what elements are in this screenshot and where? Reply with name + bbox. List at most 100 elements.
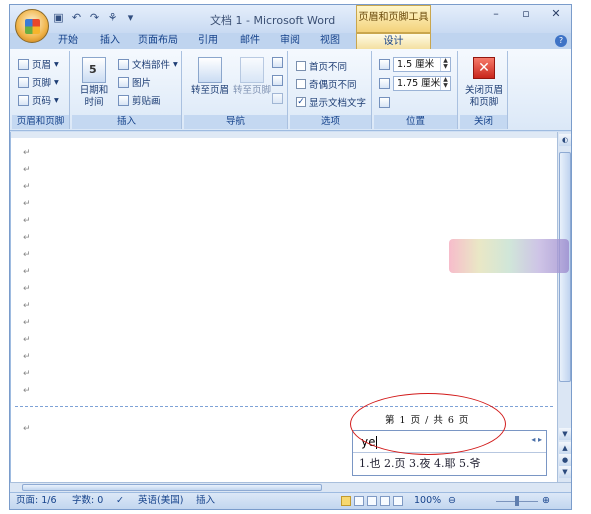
zoom-slider-thumb[interactable]: [515, 496, 519, 506]
tab-review[interactable]: 审阅: [276, 33, 304, 49]
goto-header-icon[interactable]: [198, 57, 222, 83]
tab-insert[interactable]: 插入: [96, 33, 124, 49]
footer-button[interactable]: 页脚 ▾: [18, 75, 59, 89]
paragraph-mark: ↵: [23, 233, 31, 243]
tab-page-layout[interactable]: 页面布局: [136, 33, 180, 49]
close-button[interactable]: ✕: [541, 5, 571, 25]
paragraph-mark: ↵: [23, 318, 31, 328]
group-insert: 5 日期和 时间 文档部件 ▾ 图片 剪贴画 插入: [72, 51, 182, 129]
picture-button[interactable]: 图片: [118, 75, 151, 89]
full-screen-reading-icon[interactable]: [354, 496, 364, 506]
insert-alignment-tab-icon[interactable]: [379, 97, 390, 108]
show-text-checkbox[interactable]: ✓: [296, 97, 306, 107]
tab-design[interactable]: 设计: [356, 33, 431, 49]
quick-access-toolbar: ▣ ↶ ↷ ⚘ ▾: [52, 11, 137, 24]
print-layout-view-icon[interactable]: [341, 496, 351, 506]
goto-footer-button[interactable]: 转至页脚: [228, 85, 276, 97]
picture-icon: [118, 76, 129, 88]
zoom-in-icon[interactable]: ⊕: [542, 493, 550, 509]
first-page-checkbox[interactable]: [296, 61, 306, 71]
maximize-button[interactable]: ▫: [511, 5, 541, 25]
ime-composition-input[interactable]: ye: [353, 431, 546, 453]
ruler-toggle-icon[interactable]: ◐: [559, 134, 571, 146]
calendar-icon[interactable]: 5: [82, 57, 106, 83]
goto-footer-icon[interactable]: [240, 57, 264, 83]
previous-page-icon[interactable]: ▲: [559, 442, 571, 454]
paragraph-mark: ↵: [23, 267, 31, 277]
close-header-footer-icon[interactable]: ✕: [473, 57, 495, 79]
goto-header-button[interactable]: 转至页眉: [186, 85, 234, 97]
footer-position-spinner[interactable]: 1.75 厘米 ▲ ▼: [393, 76, 451, 91]
status-bar: 页面: 1/6 字数: 0 ✓ 英语(美国) 插入 100% ⊖ ⊕: [10, 492, 571, 509]
zoom-out-icon[interactable]: ⊖: [448, 493, 456, 509]
draft-view-icon[interactable]: [393, 496, 403, 506]
office-button[interactable]: [15, 9, 49, 43]
close-header-footer-button[interactable]: 关闭页眉 和页脚: [460, 85, 508, 109]
header-position-spinner[interactable]: 1.5 厘米 ▲ ▼: [393, 57, 451, 72]
network-icon[interactable]: ⚘: [106, 11, 119, 24]
footer-page-text[interactable]: 第 1 页 / 共 6 页: [385, 412, 469, 426]
paragraph-mark: ↵: [23, 182, 31, 192]
paragraph-mark: ↵: [23, 216, 31, 226]
doc-parts-button[interactable]: 文档部件 ▾: [118, 57, 178, 71]
spinner-arrows-icon[interactable]: ▲ ▼: [440, 58, 450, 71]
status-insert-mode[interactable]: 插入: [196, 493, 215, 509]
save-icon[interactable]: ▣: [52, 11, 65, 24]
show-document-text-option[interactable]: ✓ 显示文档文字: [296, 95, 366, 109]
qat-customize-icon[interactable]: ▾: [124, 11, 137, 24]
tab-mailings[interactable]: 邮件: [236, 33, 264, 49]
browse-object-icon[interactable]: ●: [559, 454, 571, 466]
tab-home[interactable]: 开始: [54, 33, 82, 49]
document-area[interactable]: ↵ ↵ ↵ ↵ ↵ ↵ ↵ ↵ ↵ ↵ ↵ ↵ ↵ ↵ ↵ 第 1 页 / 共 …: [10, 132, 558, 482]
status-language[interactable]: 英语(美国): [138, 493, 183, 509]
ribbon-tabs: 开始 插入 页面布局 引用 邮件 审阅 视图 设计 ?: [10, 33, 571, 49]
next-page-icon[interactable]: ▼: [559, 466, 571, 478]
vertical-scrollbar[interactable]: ◐ ▼ ▲ ● ▼: [557, 132, 571, 482]
ime-candidate-list[interactable]: 1.也 2.页 3.夜 4.耶 5.爷: [359, 455, 480, 473]
status-word-count[interactable]: 字数: 0: [72, 493, 103, 509]
tab-view[interactable]: 视图: [316, 33, 344, 49]
title-bar: ▣ ↶ ↷ ⚘ ▾ 文档 1 - Microsoft Word 页眉和页脚工具 …: [10, 5, 571, 33]
odd-even-different-option[interactable]: 奇偶页不同: [296, 77, 357, 91]
tab-references[interactable]: 引用: [194, 33, 222, 49]
proofing-icon[interactable]: ✓: [116, 493, 124, 509]
paragraph-mark: ↵: [23, 165, 31, 175]
group-options: 首页不同 奇偶页不同 ✓ 显示文档文字 选项: [290, 51, 372, 129]
ime-page-arrows-icon[interactable]: ◂ ▸: [531, 435, 542, 444]
outline-view-icon[interactable]: [380, 496, 390, 506]
group-position: 1.5 厘米 ▲ ▼ 1.75 厘米 ▲ ▼ 位置: [374, 51, 458, 129]
first-page-different-option[interactable]: 首页不同: [296, 59, 347, 73]
group-label-close: 关闭: [460, 115, 507, 129]
spinner-arrows-icon[interactable]: ▲ ▼: [440, 77, 450, 90]
previous-section-icon[interactable]: [272, 57, 283, 68]
doc-parts-icon: [118, 58, 129, 70]
horizontal-scroll-thumb[interactable]: [22, 484, 322, 491]
paragraph-mark: ↵: [23, 424, 31, 434]
web-layout-icon[interactable]: [367, 496, 377, 506]
header-button[interactable]: 页眉 ▾: [18, 57, 59, 71]
link-to-previous-icon[interactable]: [272, 93, 283, 104]
window-title: 文档 1 - Microsoft Word: [210, 14, 336, 27]
page-number-button[interactable]: 页码 ▾: [18, 93, 59, 107]
zoom-level[interactable]: 100%: [414, 493, 441, 509]
minimize-button[interactable]: –: [481, 5, 511, 25]
status-page[interactable]: 页面: 1/6: [16, 493, 57, 509]
ime-candidate-window: ye ◂ ▸ 1.也 2.页 3.夜 4.耶 5.爷: [352, 430, 547, 476]
paragraph-mark: ↵: [23, 250, 31, 260]
blurred-overlay-patch: [449, 239, 569, 273]
horizontal-scrollbar[interactable]: [10, 482, 571, 492]
odd-even-checkbox[interactable]: [296, 79, 306, 89]
date-time-button[interactable]: 日期和 时间: [74, 85, 114, 109]
redo-icon[interactable]: ↷: [88, 11, 101, 24]
paragraph-mark: ↵: [23, 335, 31, 345]
next-section-icon[interactable]: [272, 75, 283, 86]
group-label-position: 位置: [374, 115, 457, 129]
help-icon[interactable]: ?: [555, 35, 567, 47]
clipart-button[interactable]: 剪贴画: [118, 93, 161, 107]
undo-icon[interactable]: ↶: [70, 11, 83, 24]
group-label-navigation: 导航: [184, 115, 287, 129]
header-icon: [18, 58, 29, 70]
scroll-down-icon[interactable]: ▼: [559, 428, 571, 440]
paragraph-mark: ↵: [23, 369, 31, 379]
paragraph-mark: ↵: [23, 284, 31, 294]
